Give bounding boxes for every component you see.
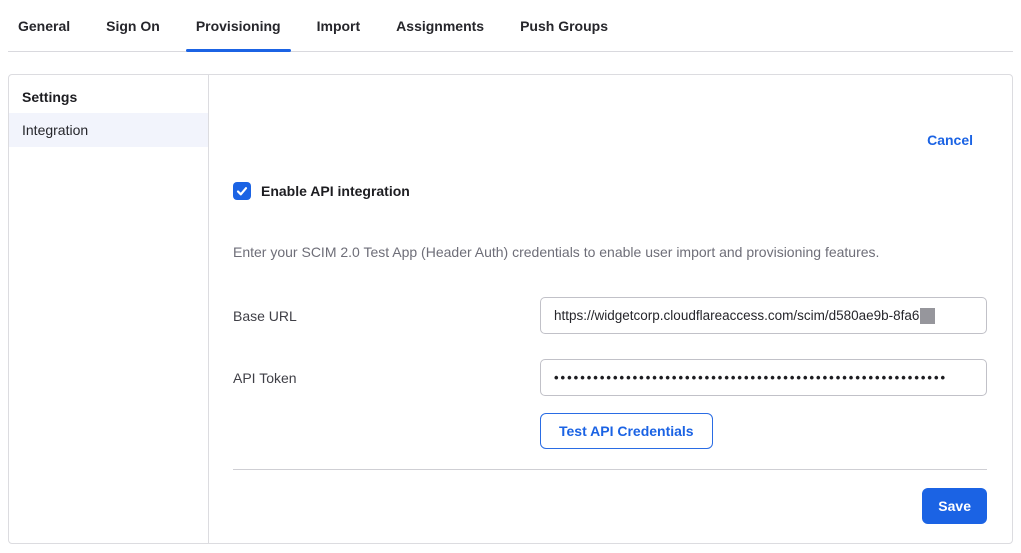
api-token-masked-value: ••••••••••••••••••••••••••••••••••••••••… [554,370,947,385]
api-token-row: API Token ••••••••••••••••••••••••••••••… [233,359,987,396]
test-api-credentials-button[interactable]: Test API Credentials [540,413,713,449]
enable-api-row: Enable API integration [233,182,987,200]
settings-sidebar: Settings Integration [9,75,209,543]
checkmark-icon [236,185,248,197]
tab-provisioning[interactable]: Provisioning [186,0,291,51]
save-button[interactable]: Save [922,488,987,524]
enable-api-label: Enable API integration [261,183,410,199]
app-tab-bar: General Sign On Provisioning Import Assi… [8,0,1013,52]
tab-sign-on[interactable]: Sign On [96,0,170,51]
api-token-input[interactable]: ••••••••••••••••••••••••••••••••••••••••… [540,359,987,396]
enable-api-checkbox[interactable] [233,182,251,200]
provisioning-panel: Settings Integration Cancel Enable API i… [8,74,1013,544]
tab-assignments[interactable]: Assignments [386,0,494,51]
sidebar-header-settings: Settings [9,81,208,113]
base-url-input[interactable]: https://widgetcorp.cloudflareaccess.com/… [540,297,987,334]
base-url-row: Base URL https://widgetcorp.cloudflareac… [233,297,987,334]
cancel-link[interactable]: Cancel [927,132,973,148]
base-url-value: https://widgetcorp.cloudflareaccess.com/… [554,308,919,323]
save-row: Save [233,488,987,524]
cancel-row: Cancel [233,132,987,150]
api-token-label: API Token [233,370,540,386]
credentials-description: Enter your SCIM 2.0 Test App (Header Aut… [233,244,987,260]
tab-push-groups[interactable]: Push Groups [510,0,618,51]
form-divider [233,469,987,470]
test-button-row: Test API Credentials [233,413,987,449]
integration-settings-form: Cancel Enable API integration Enter your… [209,75,1012,543]
text-overflow-indicator [920,308,935,324]
base-url-label: Base URL [233,308,540,324]
tab-general[interactable]: General [8,0,80,51]
sidebar-item-integration[interactable]: Integration [9,113,208,147]
tab-import[interactable]: Import [307,0,371,51]
